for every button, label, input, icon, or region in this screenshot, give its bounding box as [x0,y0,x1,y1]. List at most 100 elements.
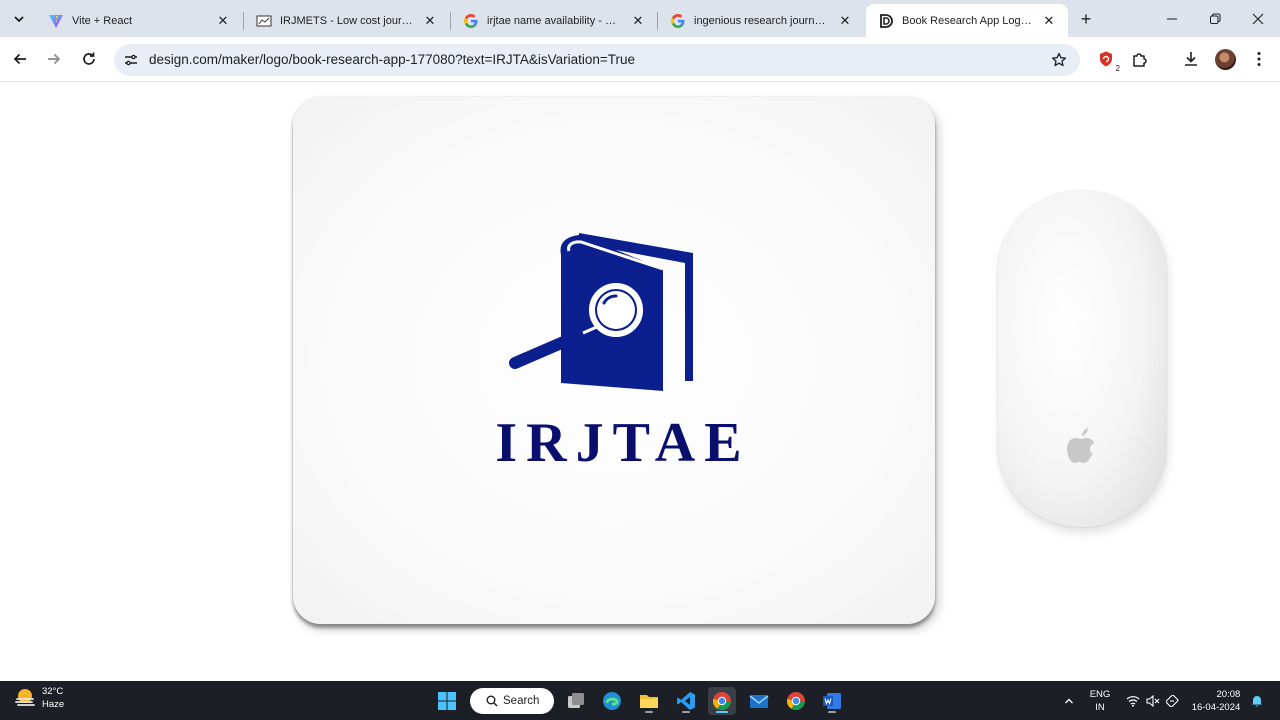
puzzle-icon [1133,53,1147,67]
close-icon[interactable]: ✕ [1040,12,1058,30]
clock[interactable]: 20:08 16-04-2024 [1188,681,1244,720]
address-bar[interactable]: design.com/maker/logo/book-research-app-… [114,44,1080,76]
taskbar-chrome[interactable] [708,687,736,715]
extension-badge: 2 [1115,64,1120,73]
chevron-down-icon [14,16,24,23]
tab-ingenious-research[interactable]: ingenious research journal for ✕ [658,4,864,37]
tab-search-button[interactable] [7,7,31,31]
restore-button[interactable] [1193,0,1237,37]
bookmark-star-icon[interactable] [1050,51,1068,69]
reload-icon [83,52,95,65]
region-code: IN [1095,701,1105,713]
task-view-button[interactable] [562,687,590,715]
tab-title: ingenious research journal for [694,14,830,27]
tab-strip: Vite + React ✕ IRJMETS - Low cost journa… [0,0,1280,37]
speaker-muted-icon [1146,694,1160,707]
word-icon [823,693,841,709]
google-icon [670,13,686,29]
tab-book-research-logo[interactable]: Book Research App Logo | De ✕ [866,4,1068,37]
close-icon[interactable]: ✕ [214,12,232,30]
arrow-left-icon [13,53,26,65]
url-text[interactable]: design.com/maker/logo/book-research-app-… [149,52,635,67]
back-button[interactable] [8,47,32,71]
clock-date: 16-04-2024 [1191,701,1241,713]
running-indicator [682,711,690,713]
weather-condition: Haze [42,699,65,710]
mail-icon [749,695,769,708]
close-icon[interactable]: ✕ [421,12,439,30]
taskbar-vscode[interactable] [672,687,700,715]
running-indicator [645,711,653,713]
wifi-icon [1126,695,1140,707]
battery-icon [1166,694,1179,707]
tab-title: Vite + React [72,14,133,27]
taskbar-file-explorer[interactable] [635,687,663,715]
search-icon [486,695,498,707]
tab-irjmets[interactable]: IRJMETS - Low cost journal with ✕ [244,4,449,37]
close-icon [1252,13,1264,24]
vite-icon [48,13,64,29]
extensions-button[interactable] [1130,49,1150,69]
windows-icon [438,692,456,710]
clock-time: 20:08 [1216,688,1241,700]
mouse-mockup [998,191,1166,527]
chrome-icon [712,692,731,710]
taskbar-mail[interactable] [745,687,773,715]
google-icon [463,13,479,29]
windows-taskbar: 32°C Haze Search ENG IN 20:08 16-04-2024 [0,681,1280,720]
taskbar-edge[interactable] [598,687,626,715]
tab-vite-react[interactable]: Vite + React ✕ [36,4,242,37]
taskbar-word[interactable] [818,687,846,715]
language-code: ENG [1089,688,1111,700]
weather-widget[interactable]: 32°C Haze [14,685,64,711]
irjmets-icon [256,13,272,29]
close-icon[interactable]: ✕ [836,12,854,30]
notifications-button[interactable] [1248,681,1266,720]
downloads-button[interactable] [1181,49,1201,69]
search-label: Search [503,695,540,707]
reload-button[interactable] [77,47,101,71]
running-indicator [828,711,836,713]
folder-icon [640,695,658,708]
start-button[interactable] [433,687,461,715]
logo-wordmark: IRJTAE [495,412,751,474]
more-vertical-icon [1257,52,1261,66]
apple-logo-icon [1067,428,1094,463]
tab-irjtae-availability[interactable]: irjtae name availability - Goog ✕ [451,4,657,37]
mouse-pad-mockup: IRJTAE [293,97,935,624]
vscode-icon [677,692,695,710]
tab-title: IRJMETS - Low cost journal with [280,14,415,27]
forward-button[interactable] [42,47,66,71]
show-hidden-icons-button[interactable] [1060,681,1078,720]
hazy-sun-icon [15,689,35,706]
close-icon[interactable]: ✕ [629,12,647,30]
running-indicator [716,711,728,713]
tab-title: Book Research App Logo | De [902,14,1034,27]
site-info-icon[interactable] [123,52,139,68]
browser-menu-button[interactable] [1249,49,1269,69]
page-content: IRJTAE [0,83,1280,681]
minimize-button[interactable] [1150,0,1194,37]
task-view-icon [568,693,584,708]
taskbar-chrome-2[interactable] [782,687,810,715]
weather-temperature: 32°C [42,686,64,697]
restore-icon [1210,13,1221,24]
tab-title: irjtae name availability - Goog [487,14,623,27]
system-tray-status[interactable] [1122,681,1184,720]
minimize-icon [1167,18,1177,19]
close-window-button[interactable] [1236,0,1280,37]
new-tab-button[interactable]: + [1075,8,1097,30]
download-icon [1185,52,1197,66]
edge-icon [603,692,621,710]
design-com-icon [878,13,894,29]
profile-avatar[interactable] [1215,49,1236,70]
chevron-up-icon [1065,698,1073,703]
bell-icon [1252,696,1262,707]
chrome-icon [786,692,805,710]
browser-toolbar: design.com/maker/logo/book-research-app-… [0,37,1280,82]
shield-extension-icon [1100,51,1112,67]
taskbar-search[interactable]: Search [470,688,554,714]
extension-shield-button[interactable]: 2 [1096,49,1120,73]
language-indicator[interactable]: ENG IN [1086,681,1114,720]
book-magnifier-logo [509,233,693,391]
